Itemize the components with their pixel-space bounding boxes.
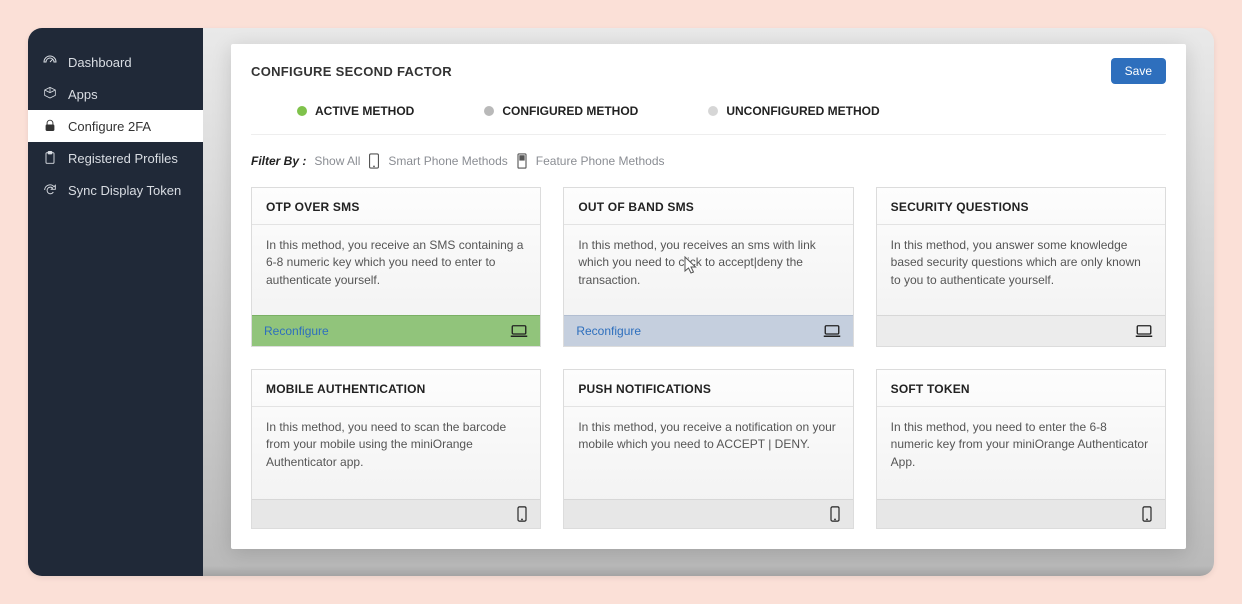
sidebar-item-registered-profiles[interactable]: Registered Profiles [28, 142, 203, 174]
sidebar-item-label: Registered Profiles [68, 151, 178, 166]
card-mobile-auth[interactable]: MOBILE AUTHENTICATION In this method, yo… [251, 369, 541, 529]
filter-smart-phone[interactable]: Smart Phone Methods [388, 154, 507, 168]
legend: ACTIVE METHOD CONFIGURED METHOD UNCONFIG… [251, 94, 1166, 135]
filter-row: Filter By : Show All Smart Phone Methods… [231, 135, 1186, 179]
filter-label: Filter By : [251, 154, 306, 168]
lock-icon [42, 118, 58, 134]
card-body: In this method, you answer some knowledg… [877, 225, 1165, 315]
card-body: In this method, you need to scan the bar… [252, 407, 540, 499]
reconfigure-link[interactable]: Reconfigure [264, 324, 329, 338]
refresh-icon [42, 182, 58, 198]
card-title: SECURITY QUESTIONS [877, 188, 1165, 225]
phone-icon [516, 506, 528, 522]
card-foot: Reconfigure [564, 315, 852, 346]
legend-label: UNCONFIGURED METHOD [726, 104, 879, 118]
filter-show-all[interactable]: Show All [314, 154, 360, 168]
filter-feature-phone[interactable]: Feature Phone Methods [536, 154, 665, 168]
sidebar-item-dashboard[interactable]: Dashboard [28, 46, 203, 78]
card-title: MOBILE AUTHENTICATION [252, 370, 540, 407]
card-foot [877, 499, 1165, 528]
card-title: PUSH NOTIFICATIONS [564, 370, 852, 407]
laptop-icon [823, 324, 841, 338]
app-frame: Dashboard Apps Configure 2FA Registered … [28, 28, 1214, 576]
card-push-notifications[interactable]: PUSH NOTIFICATIONS In this method, you r… [563, 369, 853, 529]
dot-unconfigured-icon [708, 106, 718, 116]
config-panel: CONFIGURE SECOND FACTOR Save ACTIVE METH… [231, 44, 1186, 549]
featurephone-icon [516, 153, 528, 169]
cube-icon [42, 86, 58, 102]
card-body: In this method, you receive an SMS conta… [252, 225, 540, 315]
main-area: CONFIGURE SECOND FACTOR Save ACTIVE METH… [203, 28, 1214, 576]
sidebar: Dashboard Apps Configure 2FA Registered … [28, 28, 203, 576]
sidebar-item-apps[interactable]: Apps [28, 78, 203, 110]
sidebar-item-sync-token[interactable]: Sync Display Token [28, 174, 203, 206]
card-body: In this method, you receive a notificati… [564, 407, 852, 499]
card-title: OUT OF BAND SMS [564, 188, 852, 225]
phone-icon [829, 506, 841, 522]
sidebar-item-label: Dashboard [68, 55, 132, 70]
clipboard-icon [42, 150, 58, 166]
card-foot [252, 499, 540, 528]
card-title: SOFT TOKEN [877, 370, 1165, 407]
legend-unconfigured: UNCONFIGURED METHOD [708, 104, 879, 118]
card-foot [877, 315, 1165, 346]
phone-icon [1141, 506, 1153, 522]
legend-label: ACTIVE METHOD [315, 104, 414, 118]
dot-active-icon [297, 106, 307, 116]
dot-configured-icon [484, 106, 494, 116]
legend-configured: CONFIGURED METHOD [484, 104, 638, 118]
card-oob-sms[interactable]: OUT OF BAND SMS In this method, you rece… [563, 187, 853, 347]
card-title: OTP OVER SMS [252, 188, 540, 225]
card-security-questions[interactable]: SECURITY QUESTIONS In this method, you a… [876, 187, 1166, 347]
sidebar-item-label: Apps [68, 87, 98, 102]
save-button[interactable]: Save [1111, 58, 1166, 84]
sidebar-item-configure-2fa[interactable]: Configure 2FA [28, 110, 203, 142]
laptop-icon [1135, 324, 1153, 338]
legend-label: CONFIGURED METHOD [502, 104, 638, 118]
reconfigure-link[interactable]: Reconfigure [576, 324, 641, 338]
method-cards: OTP OVER SMS In this method, you receive… [231, 179, 1186, 549]
sidebar-item-label: Sync Display Token [68, 183, 181, 198]
card-soft-token[interactable]: SOFT TOKEN In this method, you need to e… [876, 369, 1166, 529]
gauge-icon [42, 54, 58, 70]
card-body: In this method, you receives an sms with… [564, 225, 852, 315]
card-foot [564, 499, 852, 528]
card-otp-sms[interactable]: OTP OVER SMS In this method, you receive… [251, 187, 541, 347]
legend-active: ACTIVE METHOD [297, 104, 414, 118]
card-body: In this method, you need to enter the 6-… [877, 407, 1165, 499]
page-title: CONFIGURE SECOND FACTOR [251, 64, 452, 79]
smartphone-icon [368, 153, 380, 169]
laptop-icon [510, 324, 528, 338]
card-foot: Reconfigure [252, 315, 540, 346]
sidebar-item-label: Configure 2FA [68, 119, 151, 134]
